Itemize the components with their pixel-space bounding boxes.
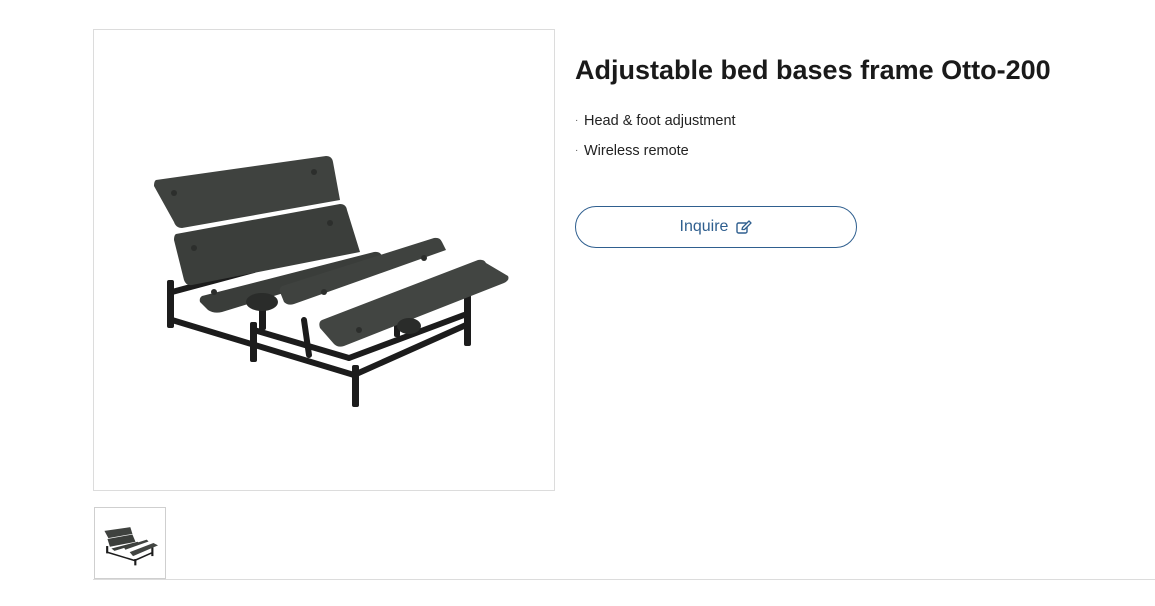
feature-label: Wireless remote bbox=[584, 143, 689, 159]
feature-item: · Head & foot adjustment bbox=[575, 106, 1135, 136]
product-info: Adjustable bed bases frame Otto-200 · He… bbox=[575, 52, 1135, 166]
feature-label: Head & foot adjustment bbox=[584, 113, 736, 129]
inquire-label: Inquire bbox=[679, 218, 729, 235]
inquire-button[interactable]: Inquire bbox=[575, 206, 857, 248]
product-page: Adjustable bed bases frame Otto-200 · He… bbox=[0, 0, 1155, 606]
bed-frame-illustration bbox=[154, 156, 509, 407]
product-title: Adjustable bed bases frame Otto-200 bbox=[575, 55, 1051, 85]
feature-list: · Head & foot adjustment · Wireless remo… bbox=[575, 106, 1135, 166]
gallery-divider bbox=[93, 579, 1155, 580]
main-product-image[interactable] bbox=[93, 29, 555, 491]
edit-icon bbox=[736, 219, 753, 234]
bullet-icon: · bbox=[575, 145, 579, 156]
feature-item: · Wireless remote bbox=[575, 136, 1135, 166]
bed-frame-thumbnail bbox=[104, 527, 158, 566]
product-thumbnail[interactable] bbox=[94, 507, 166, 579]
bullet-icon: · bbox=[575, 115, 579, 126]
